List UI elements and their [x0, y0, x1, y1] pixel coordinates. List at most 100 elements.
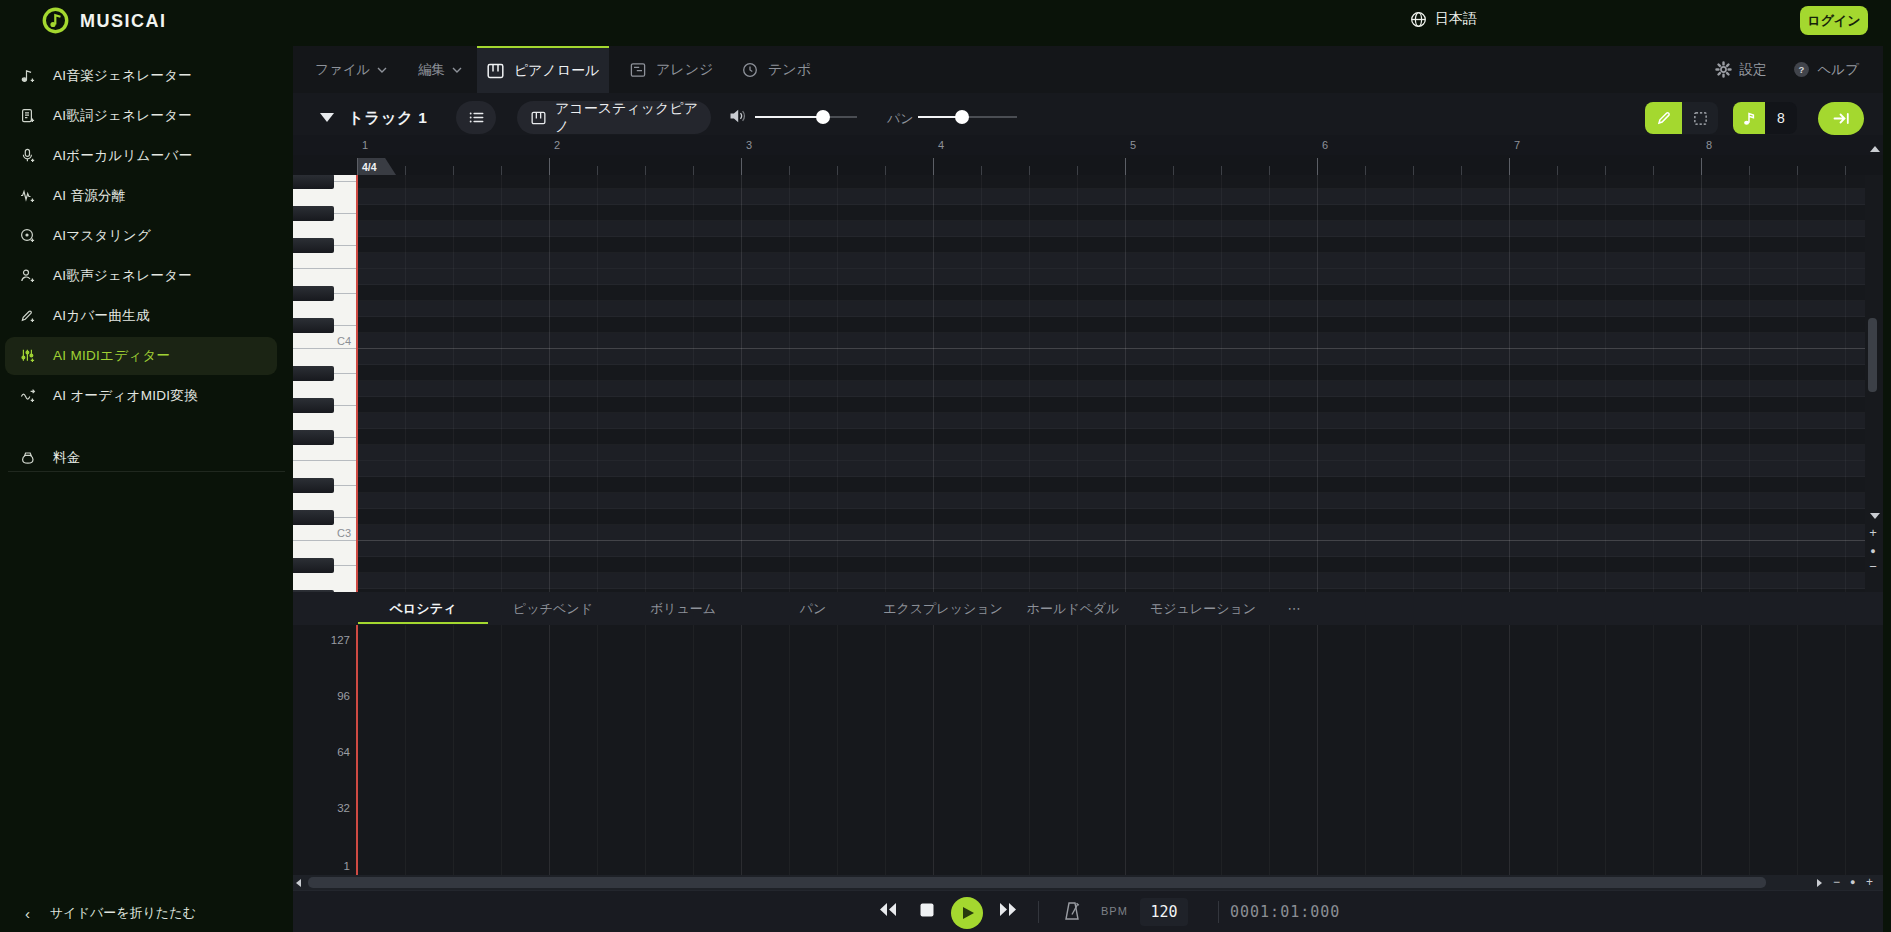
black-key-A#4[interactable]: [293, 175, 334, 189]
help-icon: ?: [1793, 61, 1810, 78]
track-collapse-caret[interactable]: [320, 113, 334, 122]
controller-tab-4[interactable]: エクスプレッション: [878, 592, 1008, 625]
black-key-A#2[interactable]: [293, 558, 334, 573]
playhead: [356, 175, 358, 592]
sidebar-item-1[interactable]: AI歌詞ジェネレーター: [5, 97, 277, 135]
grid-row-C#3: [357, 509, 1865, 525]
sidebar-item-6[interactable]: AIカバー曲生成: [5, 297, 277, 335]
metronome-button[interactable]: [1063, 901, 1081, 921]
black-key-D#4[interactable]: [293, 286, 334, 301]
vertical-scroll-thumb[interactable]: [1868, 318, 1877, 392]
velocity-beat-line: [1077, 625, 1078, 875]
velocity-bar-line: [549, 625, 550, 875]
black-key-A#3[interactable]: [293, 366, 334, 381]
language-selector[interactable]: 日本語: [1410, 10, 1477, 28]
piano-small-icon: [531, 111, 546, 125]
grid-bar-line: [1701, 175, 1702, 592]
controller-tab-more[interactable]: ⋯: [1278, 592, 1310, 625]
tab-2[interactable]: テンポ: [742, 46, 837, 93]
horizontal-scroll-thumb[interactable]: [308, 877, 1766, 888]
tab-1[interactable]: アレンジ: [630, 46, 730, 93]
velocity-beat-line: [1749, 625, 1750, 875]
note-icon: [1742, 111, 1756, 126]
velocity-scale-label: 32: [337, 802, 350, 814]
scroll-down-arrow[interactable]: [1870, 513, 1880, 519]
piano-keyboard[interactable]: C4C3: [293, 175, 357, 592]
grid-bar-line: [1125, 175, 1126, 592]
black-key-F#3[interactable]: [293, 430, 334, 445]
zoom-out-vertical-button[interactable]: −: [1865, 560, 1881, 574]
rewind-button[interactable]: [877, 902, 898, 917]
bar-number: 4: [938, 139, 944, 151]
zoom-reset-vertical-button[interactable]: ●: [1865, 544, 1881, 558]
controller-tab-6[interactable]: モジュレーション: [1138, 592, 1268, 625]
controller-tab-1[interactable]: ピッチベンド: [488, 592, 618, 625]
grid-bar-line: [549, 175, 550, 592]
grid-row-D4: [357, 301, 1865, 317]
key-label-C4: C4: [337, 335, 351, 347]
black-key-G#4[interactable]: [293, 206, 334, 221]
black-key-C#3[interactable]: [293, 510, 334, 525]
sidebar-item-2[interactable]: AIボーカルリムーバー: [5, 137, 277, 175]
forward-button[interactable]: [998, 902, 1019, 917]
black-key-G#3[interactable]: [293, 398, 334, 413]
white-key-separator: [334, 437, 357, 438]
zoom-in-vertical-button[interactable]: +: [1865, 526, 1881, 540]
pan-slider-knob[interactable]: [955, 110, 969, 124]
volume-slider-knob[interactable]: [816, 110, 830, 124]
scroll-left-arrow[interactable]: [296, 879, 301, 887]
zoom-reset-horizontal-button[interactable]: ●: [1850, 875, 1855, 890]
sidebar-item-3[interactable]: AI 音源分離: [5, 177, 277, 215]
stop-button[interactable]: [920, 903, 934, 917]
black-key-D#3[interactable]: [293, 478, 334, 493]
tab-label: アレンジ: [656, 61, 713, 79]
sidebar-item-pricing[interactable]: 料金: [5, 439, 277, 477]
sidebar-collapse-button[interactable]: ‹ サイドバーを折りたたむ: [0, 899, 293, 927]
tempo-clock-icon: [742, 62, 758, 78]
timeline-ruler[interactable]: 4/4 12345678: [293, 135, 1883, 175]
note-division-button[interactable]: [1733, 102, 1765, 134]
track-list-button[interactable]: [456, 101, 496, 134]
note-division-value[interactable]: 8: [1765, 102, 1797, 134]
controller-tab-0[interactable]: ベロシティ: [358, 592, 488, 625]
piano-roll-grid[interactable]: C4C3: [293, 175, 1883, 592]
grid-bar-line: [933, 175, 934, 592]
sidebar-item-4[interactable]: AIマスタリング: [5, 217, 277, 255]
grid-row-B2: [357, 541, 1865, 557]
go-to-end-button[interactable]: [1818, 102, 1864, 135]
sidebar-item-7[interactable]: AI MIDIエディター: [5, 337, 277, 375]
go-to-end-icon: [1833, 111, 1850, 126]
scroll-right-arrow[interactable]: [1817, 879, 1822, 887]
pan-slider[interactable]: [918, 116, 1017, 118]
settings-button[interactable]: 設定: [1715, 61, 1767, 79]
menu-1[interactable]: 編集: [418, 46, 462, 93]
sidebar-item-0[interactable]: AI音楽ジェネレーター: [5, 57, 277, 95]
instrument-selector[interactable]: アコースティックピアノ: [517, 101, 711, 134]
pricing-label: 料金: [53, 449, 81, 467]
login-button[interactable]: ログイン: [1800, 6, 1868, 35]
controller-tab-2[interactable]: ボリューム: [618, 592, 748, 625]
bpm-input[interactable]: 120: [1140, 898, 1188, 926]
sidebar-item-8[interactable]: AI オーディオMIDI変換: [5, 377, 277, 415]
black-key-F#4[interactable]: [293, 238, 334, 253]
play-button[interactable]: [951, 897, 983, 929]
help-button[interactable]: ?ヘルプ: [1793, 61, 1859, 79]
black-key-C#4[interactable]: [293, 318, 334, 333]
pencil-tool-button[interactable]: [1645, 102, 1682, 134]
tab-0[interactable]: ピアノロール: [477, 46, 609, 93]
sidebar-item-5[interactable]: AI歌声ジェネレーター: [5, 257, 277, 295]
draw-select-toggle: [1645, 102, 1718, 134]
bar-tick: [549, 158, 550, 175]
scroll-up-arrow[interactable]: [1870, 146, 1880, 152]
controller-tab-3[interactable]: パン: [748, 592, 878, 625]
marquee-select-button[interactable]: [1682, 102, 1718, 134]
zoom-out-horizontal-button[interactable]: −: [1833, 875, 1840, 890]
volume-slider[interactable]: [755, 116, 857, 118]
mic-plus-icon: [20, 148, 36, 164]
zoom-in-horizontal-button[interactable]: +: [1866, 875, 1873, 890]
menu-0[interactable]: ファイル: [315, 46, 387, 93]
bar-number: 8: [1706, 139, 1712, 151]
velocity-canvas[interactable]: 1279664321: [293, 625, 1883, 875]
controller-tab-5[interactable]: ホールドペダル: [1008, 592, 1138, 625]
bar-tick: [1317, 158, 1318, 175]
